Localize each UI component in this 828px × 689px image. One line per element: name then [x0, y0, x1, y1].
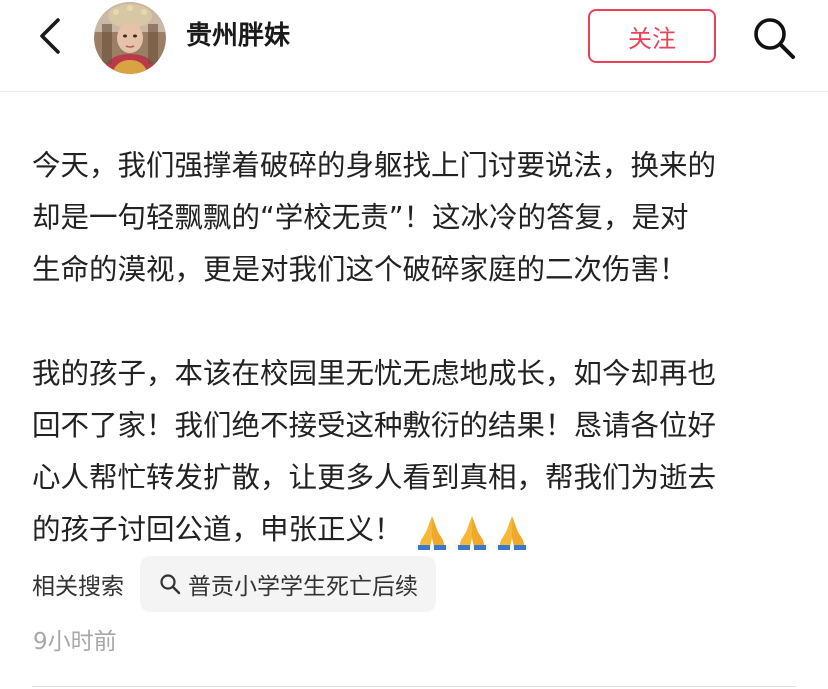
- folded-hands-icon: [457, 516, 486, 550]
- avatar[interactable]: [94, 2, 166, 74]
- follow-button[interactable]: 关注: [588, 9, 716, 63]
- emoji-group: [413, 512, 531, 550]
- avatar-image: [94, 2, 166, 74]
- search-icon: [754, 18, 795, 59]
- folded-hands-icon: [497, 516, 526, 550]
- username[interactable]: 贵州胖妹: [186, 18, 290, 54]
- related-search-chip[interactable]: 普贡小学学生死亡后续: [140, 556, 436, 612]
- post-body: 今天，我们强撑着破碎的身躯找上门讨要说法，换来的 却是一句轻飘飘的“学校无责”！…: [32, 140, 802, 556]
- post-paragraph-text: 我的孩子，本该在校园里无忧无虑地成长，如今却再也 回不了家！我们绝不接受这种敷衍…: [32, 357, 717, 546]
- related-search-label: 相关搜索: [32, 574, 124, 600]
- related-search-query: 普贡小学学生死亡后续: [188, 574, 418, 600]
- search-icon: [160, 574, 181, 595]
- divider: [32, 686, 796, 687]
- post-timestamp: 9小时前: [33, 629, 117, 655]
- back-button[interactable]: [30, 14, 74, 58]
- post-paragraph: 我的孩子，本该在校园里无忧无虑地成长，如今却再也 回不了家！我们绝不接受这种敷衍…: [32, 348, 802, 556]
- folded-hands-icon: [417, 516, 446, 550]
- top-bar: 贵州胖妹 关注: [0, 0, 828, 92]
- post-paragraph: 今天，我们强撑着破碎的身躯找上门讨要说法，换来的 却是一句轻飘飘的“学校无责”！…: [32, 149, 717, 286]
- related-search: 相关搜索 普贡小学学生死亡后续: [32, 556, 436, 612]
- search-button[interactable]: [750, 14, 798, 62]
- chevron-left-icon: [40, 18, 60, 54]
